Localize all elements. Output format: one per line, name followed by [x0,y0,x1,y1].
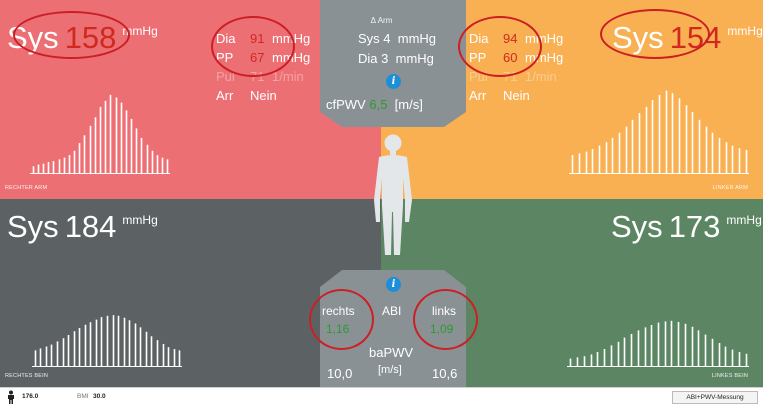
delta-dia: Dia 3 mmHg [358,51,434,66]
bmi-value: 30.0 [93,393,106,400]
cfpwv-unit: [m/s] [394,97,423,112]
delta-arm-title: Δ Arm [370,16,393,25]
info-icon-bottom[interactable]: i [386,277,401,292]
info-icon-top[interactable]: i [386,74,401,89]
abi-right-label: rechts [322,304,355,318]
cfpwv-label: cfPWV [326,97,366,112]
abi-label: ABI [382,304,402,318]
delta-sys: Sys 4 mmHg [358,31,437,46]
bmi-label: BMI [77,393,89,400]
abi-left-label: links [432,304,457,318]
delta-sys-value: 4 [383,31,391,46]
measurement-mode-button[interactable]: ABI+PWV-Messung [672,391,758,404]
person-icon [8,390,14,404]
bapwv-left-value: 10,6 [432,366,458,381]
body-figure-icon [374,134,412,255]
bapwv-unit: [m/s] [378,364,402,376]
measurement-screen: Sys 158 mmHg Dia 91 mmHg PP 67 mmHg Pul 71 1/min… [0,0,763,406]
height-value: 176.0 [22,393,39,400]
status-bar: 176.0 BMI 30.0 ABI+PWV-Messung [0,387,763,406]
delta-dia-value: 3 [381,51,389,66]
bapwv-label: baPWV [369,345,414,360]
cfpwv-row: cfPWV 6,5 [m/s] [326,97,423,112]
abi-right-value: 1,16 [326,322,350,336]
abi-left-value: 1,09 [430,322,454,336]
bapwv-right-value: 10,0 [327,366,353,381]
cfpwv-value: 6,5 [369,97,388,112]
